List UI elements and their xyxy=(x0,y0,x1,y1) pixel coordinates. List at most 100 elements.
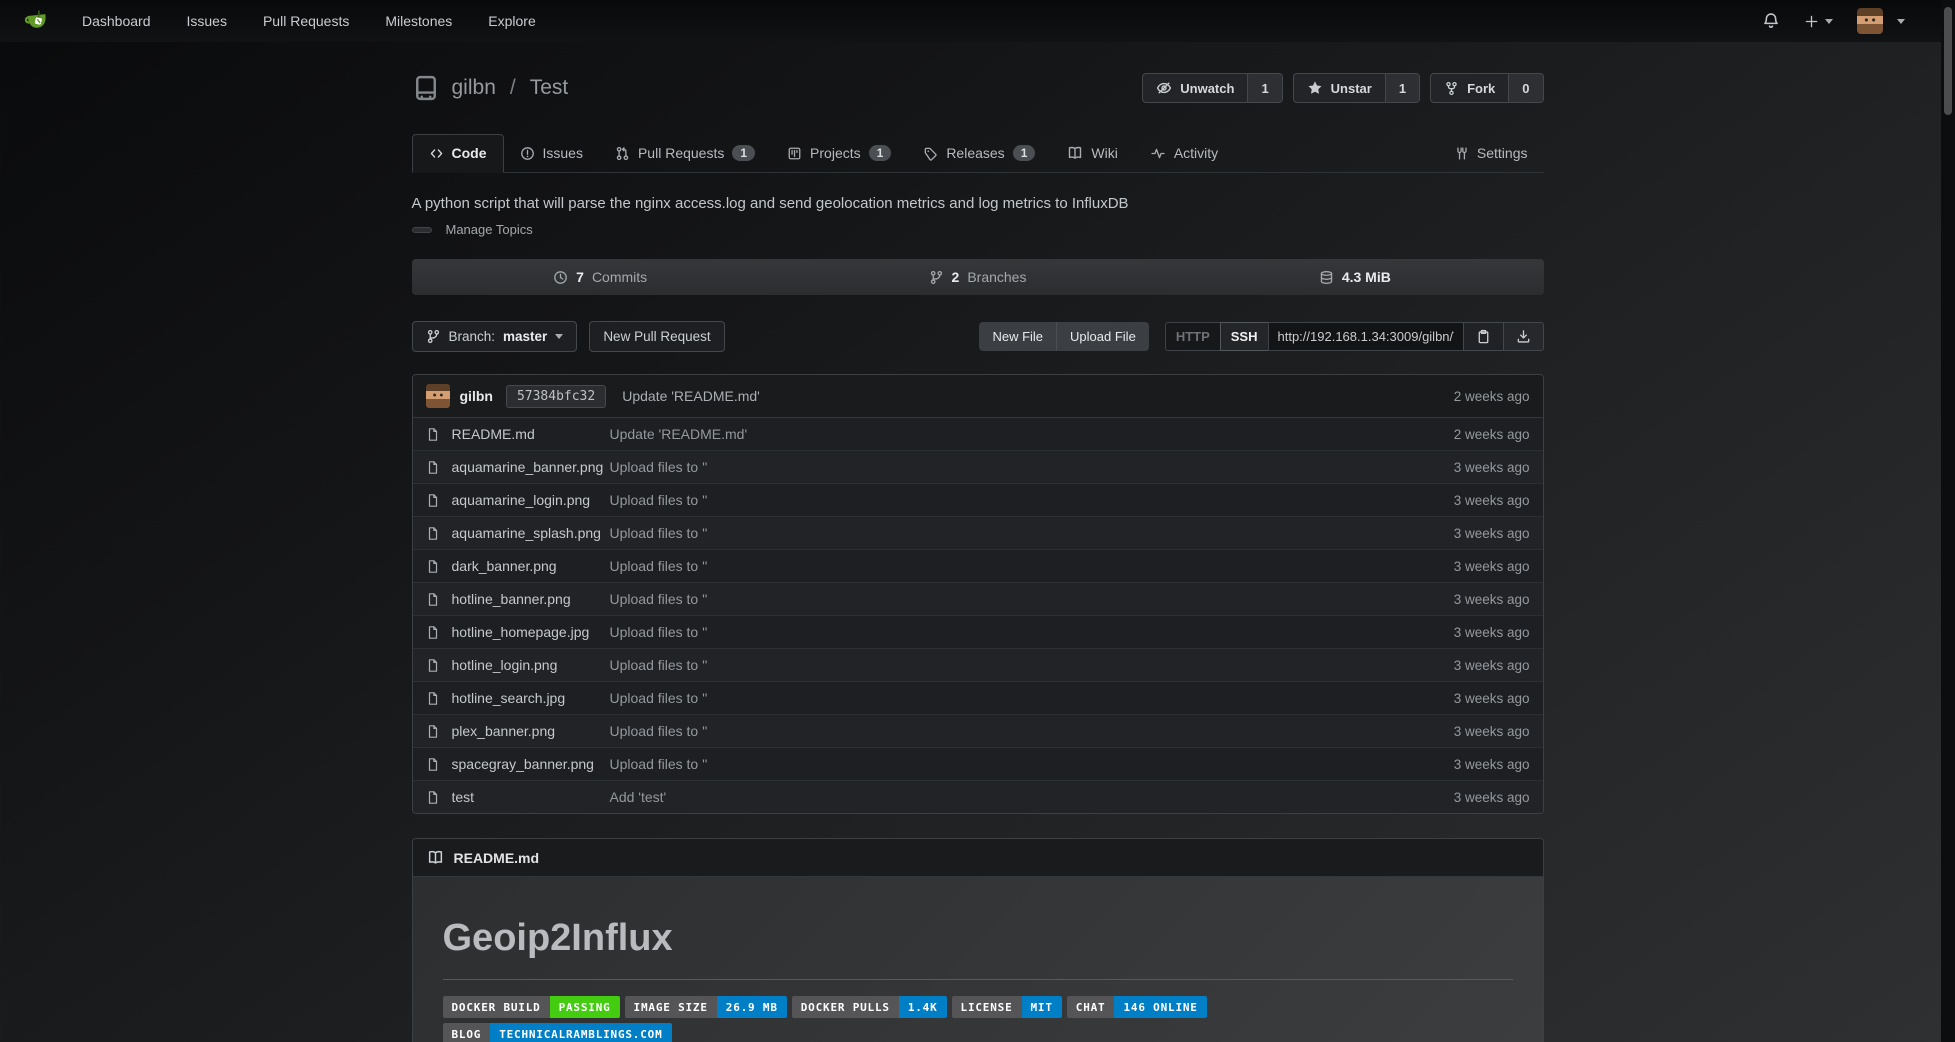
create-new-menu[interactable] xyxy=(1804,14,1833,29)
commit-author-link[interactable]: gilbn xyxy=(460,388,493,404)
download-archive-button[interactable] xyxy=(1503,322,1544,351)
user-menu[interactable] xyxy=(1857,8,1905,34)
file-commit-message-link[interactable]: Upload files to '' xyxy=(610,756,1454,772)
gitea-logo[interactable] xyxy=(22,6,52,36)
fork-button[interactable]: Fork 0 xyxy=(1430,73,1543,103)
badge-label: DOCKER PULLS xyxy=(792,996,899,1018)
repo-action-label: Unwatch xyxy=(1180,81,1234,96)
file-row[interactable]: aquamarine_login.png Upload files to '' … xyxy=(413,484,1543,517)
page-scrollbar-thumb[interactable] xyxy=(1944,7,1952,115)
http-protocol-button[interactable]: HTTP xyxy=(1165,322,1221,351)
copy-clone-url-button[interactable] xyxy=(1463,322,1504,351)
repo-action-count[interactable]: 1 xyxy=(1385,74,1419,102)
badge-value: PASSING xyxy=(550,996,620,1018)
readme-badge[interactable]: LICENSE MIT xyxy=(952,996,1062,1018)
topics-row: Manage Topics xyxy=(412,222,1544,237)
readme-badge[interactable]: DOCKER PULLS 1.4K xyxy=(792,996,947,1018)
file-name-link[interactable]: hotline_banner.png xyxy=(452,591,610,607)
tab-issues[interactable]: Issues xyxy=(504,135,599,172)
readme-badge[interactable]: DOCKER BUILD PASSING xyxy=(443,996,620,1018)
file-name-link[interactable]: hotline_homepage.jpg xyxy=(452,624,610,640)
file-name-link[interactable]: aquamarine_splash.png xyxy=(452,525,610,541)
stat-commits[interactable]: 7 Commits xyxy=(412,259,789,295)
page-scrollbar-track[interactable] xyxy=(1941,0,1955,1042)
repo-name-link[interactable]: Test xyxy=(530,76,569,100)
file-commit-message-link[interactable]: Add 'test' xyxy=(610,789,1454,805)
stat-branches[interactable]: 2 Branches xyxy=(789,259,1166,295)
new-pull-request-button[interactable]: New Pull Request xyxy=(589,321,724,352)
file-commit-time: 3 weeks ago xyxy=(1454,559,1530,574)
readme-badge[interactable]: IMAGE SIZE 26.9 MB xyxy=(625,996,787,1018)
file-commit-message-link[interactable]: Upload files to '' xyxy=(610,591,1454,607)
commit-message-link[interactable]: Update 'README.md' xyxy=(622,388,760,404)
ssh-protocol-button[interactable]: SSH xyxy=(1220,322,1269,351)
clone-url-group: HTTP SSH xyxy=(1165,322,1544,351)
file-commit-message-link[interactable]: Upload files to '' xyxy=(610,525,1454,541)
navbar-item-pull-requests[interactable]: Pull Requests xyxy=(263,13,349,29)
navbar-item-explore[interactable]: Explore xyxy=(488,13,535,29)
file-name-link[interactable]: aquamarine_banner.png xyxy=(452,459,610,475)
file-commit-message-link[interactable]: Upload files to '' xyxy=(610,657,1454,673)
tab-projects[interactable]: Projects 1 xyxy=(771,135,907,172)
file-row[interactable]: hotline_homepage.jpg Upload files to '' … xyxy=(413,616,1543,649)
unstar-button[interactable]: Unstar 1 xyxy=(1293,73,1420,103)
readme-badge[interactable]: CHAT 146 ONLINE xyxy=(1067,996,1207,1018)
notifications-bell-icon[interactable] xyxy=(1762,12,1780,30)
file-name-link[interactable]: README.md xyxy=(452,426,610,442)
repo-action-count[interactable]: 1 xyxy=(1247,74,1281,102)
clone-url-input[interactable] xyxy=(1268,322,1464,351)
unwatch-button[interactable]: Unwatch 1 xyxy=(1142,73,1282,103)
file-name-link[interactable]: hotline_login.png xyxy=(452,657,610,673)
navbar-item-dashboard[interactable]: Dashboard xyxy=(82,13,151,29)
file-row[interactable]: aquamarine_banner.png Upload files to ''… xyxy=(413,451,1543,484)
file-row[interactable]: README.md Update 'README.md' 2 weeks ago xyxy=(413,418,1543,451)
file-name-link[interactable]: spacegray_banner.png xyxy=(452,756,610,772)
file-name-link[interactable]: plex_banner.png xyxy=(452,723,610,739)
file-commit-message-link[interactable]: Upload files to '' xyxy=(610,723,1454,739)
repo-owner-link[interactable]: gilbn xyxy=(452,76,496,100)
file-commit-message-link[interactable]: Upload files to '' xyxy=(610,492,1454,508)
tab-wiki[interactable]: Wiki xyxy=(1051,135,1133,172)
topic-chip[interactable] xyxy=(412,227,432,233)
navbar-item-issues[interactable]: Issues xyxy=(187,13,227,29)
file-name-link[interactable]: aquamarine_login.png xyxy=(452,492,610,508)
branch-selector-button[interactable]: Branch: master xyxy=(412,321,578,352)
commit-author-avatar[interactable] xyxy=(426,384,450,408)
file-row[interactable]: test Add 'test' 3 weeks ago xyxy=(413,781,1543,813)
readme-badge[interactable]: BLOG TECHNICALRAMBLINGS.COM xyxy=(443,1023,672,1042)
tab-code[interactable]: Code xyxy=(412,134,504,173)
file-row[interactable]: hotline_search.jpg Upload files to '' 3 … xyxy=(413,682,1543,715)
commit-hash-link[interactable]: 57384bfc32 xyxy=(506,385,606,408)
new-file-button[interactable]: New File xyxy=(979,322,1056,351)
stat-size[interactable]: 4.3 MiB xyxy=(1166,259,1543,295)
file-row[interactable]: plex_banner.png Upload files to '' 3 wee… xyxy=(413,715,1543,748)
repo-description: A python script that will parse the ngin… xyxy=(412,195,1544,212)
file-name-link[interactable]: hotline_search.jpg xyxy=(452,690,610,706)
file-commit-message-link[interactable]: Upload files to '' xyxy=(610,690,1454,706)
pull-request-icon xyxy=(615,146,630,161)
repo-tab-count: 1 xyxy=(1013,145,1036,161)
history-icon xyxy=(553,270,568,285)
manage-topics-link[interactable]: Manage Topics xyxy=(446,222,533,237)
file-row[interactable]: spacegray_banner.png Upload files to '' … xyxy=(413,748,1543,781)
file-commit-message-link[interactable]: Upload files to '' xyxy=(610,624,1454,640)
navbar-item-milestones[interactable]: Milestones xyxy=(385,13,452,29)
tab-settings[interactable]: Settings xyxy=(1438,135,1544,172)
file-row[interactable]: dark_banner.png Upload files to '' 3 wee… xyxy=(413,550,1543,583)
upload-file-button[interactable]: Upload File xyxy=(1056,322,1149,351)
repo-action-count[interactable]: 0 xyxy=(1508,74,1542,102)
file-row[interactable]: hotline_login.png Upload files to '' 3 w… xyxy=(413,649,1543,682)
file-commit-message-link[interactable]: Upload files to '' xyxy=(610,558,1454,574)
file-commit-message-link[interactable]: Upload files to '' xyxy=(610,459,1454,475)
file-name-link[interactable]: test xyxy=(452,789,610,805)
tab-releases[interactable]: Releases 1 xyxy=(907,135,1051,172)
caret-down-icon xyxy=(1825,19,1833,24)
file-name-link[interactable]: dark_banner.png xyxy=(452,558,610,574)
file-commit-message-link[interactable]: Update 'README.md' xyxy=(610,426,1454,442)
tab-activity[interactable]: Activity xyxy=(1134,135,1234,172)
file-row[interactable]: aquamarine_splash.png Upload files to ''… xyxy=(413,517,1543,550)
repo-header: gilbn / Test Unwatch 1 Unstar 1 Fork 0 xyxy=(412,42,1544,118)
tab-pull-requests[interactable]: Pull Requests 1 xyxy=(599,135,771,172)
clipboard-icon xyxy=(1476,329,1491,344)
file-row[interactable]: hotline_banner.png Upload files to '' 3 … xyxy=(413,583,1543,616)
